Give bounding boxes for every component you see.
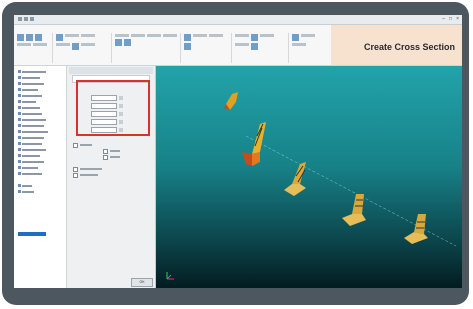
cross-section-shape[interactable]	[284, 162, 306, 196]
centerline	[245, 135, 457, 247]
tree-item[interactable]	[18, 166, 38, 169]
axis-triad-icon	[166, 272, 174, 280]
close-button[interactable]: ×	[456, 16, 459, 22]
minimize-button[interactable]: –	[442, 16, 445, 22]
tree-item[interactable]	[18, 76, 40, 79]
tree-item-selected[interactable]	[18, 232, 46, 236]
ribbon-group-geometry[interactable]	[55, 33, 113, 63]
cross-section-shape[interactable]	[342, 194, 366, 226]
tree-item[interactable]	[18, 124, 44, 127]
option-row[interactable]	[73, 172, 98, 178]
cross-section-shape[interactable]	[224, 92, 238, 110]
option-row[interactable]	[103, 148, 120, 154]
ribbon-groups	[16, 33, 331, 63]
tree-item[interactable]	[18, 154, 40, 157]
tree-item[interactable]	[18, 112, 42, 115]
tree-item[interactable]	[18, 88, 38, 91]
ribbon-group-mesh[interactable]	[114, 33, 182, 63]
option-row[interactable]	[73, 166, 102, 172]
option-row[interactable]	[103, 154, 120, 160]
app-window: – □ × Create Cross Section OK	[14, 15, 462, 288]
feature-banner: Create Cross Section	[331, 25, 462, 65]
ribbon-group-tools[interactable]	[234, 33, 290, 63]
redo-icon[interactable]	[30, 17, 34, 21]
tree-item[interactable]	[18, 70, 46, 73]
tree-item[interactable]	[18, 94, 42, 97]
tree-item[interactable]	[18, 160, 44, 163]
tree-item[interactable]	[18, 130, 48, 133]
tree-item[interactable]	[18, 100, 36, 103]
ribbon-group-clipboard[interactable]	[16, 33, 53, 63]
model-view	[224, 92, 457, 247]
maximize-button[interactable]: □	[449, 16, 452, 22]
graphics-viewport[interactable]	[156, 66, 462, 288]
cross-section-shape[interactable]	[404, 214, 428, 244]
quick-access-toolbar	[18, 17, 34, 21]
undo-icon[interactable]	[24, 17, 28, 21]
tree-item[interactable]	[18, 148, 46, 151]
save-icon[interactable]	[18, 17, 22, 21]
option-row[interactable]	[73, 142, 92, 148]
model-tree	[14, 66, 67, 288]
cross-section-shape[interactable]	[242, 122, 266, 166]
tree-item[interactable]	[18, 118, 46, 121]
tree-item[interactable]	[18, 184, 32, 187]
panel-header	[69, 67, 153, 74]
device-frame: – □ × Create Cross Section OK	[2, 2, 469, 305]
tree-item[interactable]	[18, 82, 44, 85]
ribbon-group-results[interactable]	[183, 33, 232, 63]
title-bar: – □ ×	[14, 15, 462, 25]
tree-item[interactable]	[18, 106, 40, 109]
tree-item[interactable]	[18, 172, 42, 175]
tree-item[interactable]	[18, 190, 34, 193]
tree-item[interactable]	[18, 142, 42, 145]
ribbon-group-view[interactable]	[291, 33, 331, 63]
ok-button[interactable]: OK	[131, 278, 153, 287]
tree-item[interactable]	[18, 136, 44, 139]
highlight-frame	[76, 80, 150, 136]
window-controls: – □ ×	[442, 16, 459, 22]
banner-title: Create Cross Section	[363, 42, 455, 52]
